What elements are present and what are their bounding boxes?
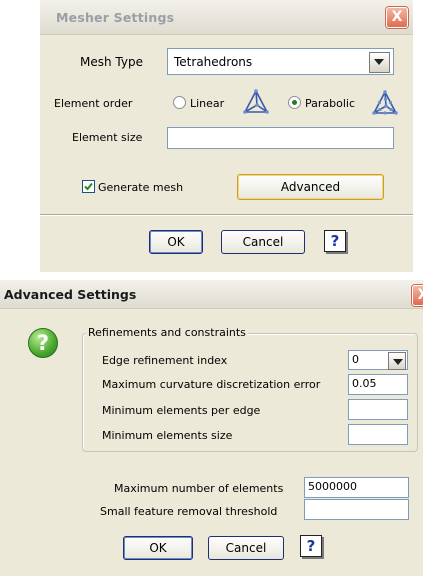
edge-refinement-label: Edge refinement index — [102, 354, 228, 367]
max-elements-label: Maximum number of elements — [114, 482, 284, 495]
element-size-input[interactable] — [167, 127, 394, 149]
edge-refinement-value: 0 — [352, 353, 359, 366]
advanced-title: Advanced Settings — [4, 287, 137, 302]
min-elements-per-edge-label: Minimum elements per edge — [102, 404, 261, 417]
linear-tetrahedron-icon — [243, 89, 269, 114]
min-elements-size-input[interactable] — [348, 424, 408, 445]
cancel-button[interactable]: Cancel — [208, 536, 284, 560]
divider — [40, 214, 413, 216]
chevron-down-icon[interactable] — [388, 352, 406, 370]
close-icon[interactable]: X — [412, 285, 423, 306]
mesher-settings-dialog: Mesher Settings X Mesh Type Tetrahedrons… — [40, 0, 413, 272]
ok-button[interactable]: OK — [123, 536, 193, 560]
mesh-type-label: Mesh Type — [80, 55, 143, 69]
help-icon[interactable]: ? — [324, 230, 346, 252]
generate-mesh-checkbox[interactable] — [82, 180, 95, 193]
checkmark-icon — [84, 182, 93, 191]
close-icon[interactable]: X — [386, 7, 408, 28]
mesher-title: Mesher Settings — [56, 10, 175, 25]
parabolic-tetrahedron-icon — [372, 90, 398, 115]
max-curvature-input[interactable]: 0.05 — [348, 374, 408, 395]
ok-button[interactable]: OK — [149, 230, 203, 254]
min-elements-per-edge-input[interactable] — [348, 399, 408, 420]
mesh-type-dropdown[interactable]: Tetrahedrons — [167, 48, 394, 75]
max-curvature-label: Maximum curvature discretization error — [102, 378, 321, 391]
edge-refinement-dropdown[interactable]: 0 — [348, 350, 408, 370]
small-feature-label: Small feature removal threshold — [100, 505, 278, 518]
small-feature-input[interactable] — [304, 499, 409, 520]
chevron-down-icon[interactable] — [369, 52, 390, 73]
mesh-type-value: Tetrahedrons — [174, 55, 253, 69]
advanced-button[interactable]: Advanced — [237, 174, 384, 200]
parabolic-radio[interactable] — [288, 96, 301, 109]
parabolic-label: Parabolic — [305, 97, 356, 110]
cancel-button[interactable]: Cancel — [221, 230, 305, 254]
max-elements-input[interactable]: 5000000 — [304, 477, 409, 498]
linear-radio[interactable] — [173, 96, 186, 109]
linear-label: Linear — [190, 97, 225, 110]
refinements-group-title: Refinements and constraints — [86, 326, 248, 339]
generate-mesh-label: Generate mesh — [98, 181, 184, 194]
element-size-label: Element size — [72, 131, 143, 144]
advanced-settings-dialog: Advanced Settings X ? Refinements and co… — [0, 280, 423, 576]
element-order-label: Element order — [54, 97, 133, 110]
help-icon[interactable]: ? — [300, 535, 322, 557]
min-elements-size-label: Minimum elements size — [102, 429, 233, 442]
question-icon: ? — [28, 328, 58, 358]
